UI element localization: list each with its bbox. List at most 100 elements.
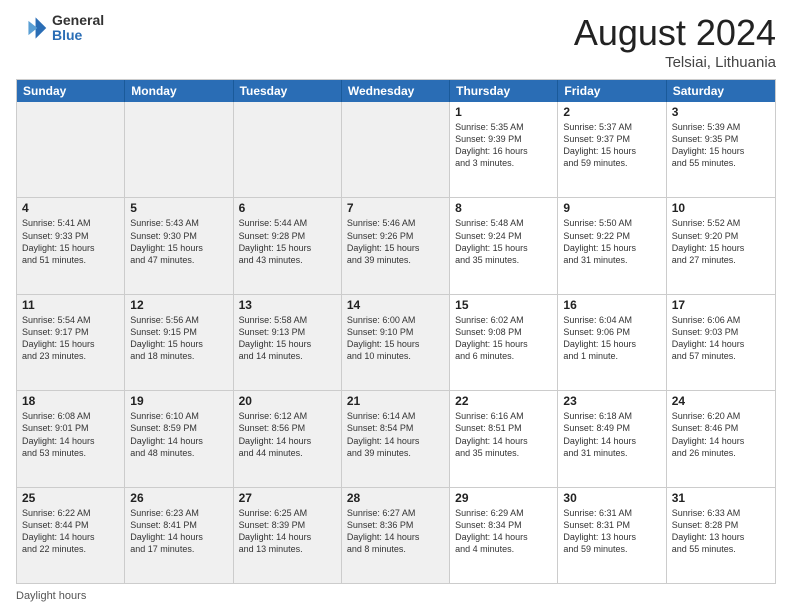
calendar-body: 1Sunrise: 5:35 AM Sunset: 9:39 PM Daylig… <box>17 102 775 583</box>
calendar-cell: 31 Sunrise: 6:33 AM Sunset: 8:28 PM Dayli… <box>667 488 775 583</box>
calendar-cell: 23Sunrise: 6:18 AM Sunset: 8:49 PM Dayli… <box>558 391 666 486</box>
calendar-row: 25 Sunrise: 6:22 AM Sunset: 8:44 PM Dayli… <box>17 487 775 583</box>
day-number: 11 <box>22 298 119 312</box>
day-number: 14 <box>347 298 444 312</box>
calendar-cell <box>125 102 233 197</box>
calendar-cell: 7Sunrise: 5:46 AM Sunset: 9:26 PM Daylig… <box>342 198 450 293</box>
calendar-cell: 29 Sunrise: 6:29 AM Sunset: 8:34 PM Dayli… <box>450 488 558 583</box>
month-title: August 2024 <box>574 12 776 54</box>
day-info: Sunrise: 6:06 AM Sunset: 9:03 PM Dayligh… <box>672 314 770 363</box>
logo-line2: Blue <box>52 28 104 43</box>
calendar-cell: 22Sunrise: 6:16 AM Sunset: 8:51 PM Dayli… <box>450 391 558 486</box>
day-info: Sunrise: 5:39 AM Sunset: 9:35 PM Dayligh… <box>672 121 770 170</box>
day-info: Sunrise: 5:37 AM Sunset: 9:37 PM Dayligh… <box>563 121 660 170</box>
day-info: Sunrise: 5:35 AM Sunset: 9:39 PM Dayligh… <box>455 121 552 170</box>
calendar-cell <box>342 102 450 197</box>
calendar-cell: 8 Sunrise: 5:48 AM Sunset: 9:24 PM Daylig… <box>450 198 558 293</box>
day-number: 20 <box>239 394 336 408</box>
day-number: 28 <box>347 491 444 505</box>
daylight-label: Daylight hours <box>16 590 86 602</box>
day-number: 29 <box>455 491 552 505</box>
weekday-header: Tuesday <box>234 80 342 102</box>
calendar-cell: 5Sunrise: 5:43 AM Sunset: 9:30 PM Daylig… <box>125 198 233 293</box>
calendar-cell: 16 Sunrise: 6:04 AM Sunset: 9:06 PM Dayli… <box>558 295 666 390</box>
calendar-cell: 1Sunrise: 5:35 AM Sunset: 9:39 PM Daylig… <box>450 102 558 197</box>
day-number: 3 <box>672 105 770 119</box>
calendar-cell: 28 Sunrise: 6:27 AM Sunset: 8:36 PM Dayli… <box>342 488 450 583</box>
logo-line1: General <box>52 13 104 28</box>
day-number: 9 <box>563 201 660 215</box>
footer: Daylight hours <box>16 590 776 602</box>
day-info: Sunrise: 6:16 AM Sunset: 8:51 PM Dayligh… <box>455 410 552 459</box>
calendar-cell: 17 Sunrise: 6:06 AM Sunset: 9:03 PM Dayli… <box>667 295 775 390</box>
day-number: 8 <box>455 201 552 215</box>
location: Telsiai, Lithuania <box>574 54 776 71</box>
calendar-cell: 11Sunrise: 5:54 AM Sunset: 9:17 PM Dayli… <box>17 295 125 390</box>
calendar-cell: 20Sunrise: 6:12 AM Sunset: 8:56 PM Dayli… <box>234 391 342 486</box>
calendar-cell <box>17 102 125 197</box>
day-number: 12 <box>130 298 227 312</box>
day-number: 10 <box>672 201 770 215</box>
calendar-cell: 30 Sunrise: 6:31 AM Sunset: 8:31 PM Dayli… <box>558 488 666 583</box>
calendar-cell: 14 Sunrise: 6:00 AM Sunset: 9:10 PM Dayli… <box>342 295 450 390</box>
day-number: 19 <box>130 394 227 408</box>
day-number: 23 <box>563 394 660 408</box>
day-number: 27 <box>239 491 336 505</box>
calendar-cell: 25 Sunrise: 6:22 AM Sunset: 8:44 PM Dayli… <box>17 488 125 583</box>
calendar-cell: 3 Sunrise: 5:39 AM Sunset: 9:35 PM Daylig… <box>667 102 775 197</box>
calendar-cell: 10Sunrise: 5:52 AM Sunset: 9:20 PM Dayli… <box>667 198 775 293</box>
logo-text: General Blue <box>52 13 104 44</box>
day-number: 31 <box>672 491 770 505</box>
day-info: Sunrise: 6:00 AM Sunset: 9:10 PM Dayligh… <box>347 314 444 363</box>
day-info: Sunrise: 5:56 AM Sunset: 9:15 PM Dayligh… <box>130 314 227 363</box>
weekday-header: Monday <box>125 80 233 102</box>
day-info: Sunrise: 6:20 AM Sunset: 8:46 PM Dayligh… <box>672 410 770 459</box>
calendar-cell: 2 Sunrise: 5:37 AM Sunset: 9:37 PM Daylig… <box>558 102 666 197</box>
header: General Blue August 2024 Telsiai, Lithua… <box>16 12 776 71</box>
day-number: 26 <box>130 491 227 505</box>
day-number: 25 <box>22 491 119 505</box>
logo: General Blue <box>16 12 104 44</box>
day-number: 21 <box>347 394 444 408</box>
day-info: Sunrise: 6:10 AM Sunset: 8:59 PM Dayligh… <box>130 410 227 459</box>
calendar-cell: 6Sunrise: 5:44 AM Sunset: 9:28 PM Daylig… <box>234 198 342 293</box>
day-info: Sunrise: 6:27 AM Sunset: 8:36 PM Dayligh… <box>347 507 444 556</box>
calendar-cell: 13Sunrise: 5:58 AM Sunset: 9:13 PM Dayli… <box>234 295 342 390</box>
calendar-header: SundayMondayTuesdayWednesdayThursdayFrid… <box>17 80 775 102</box>
day-info: Sunrise: 6:25 AM Sunset: 8:39 PM Dayligh… <box>239 507 336 556</box>
calendar-row: 11Sunrise: 5:54 AM Sunset: 9:17 PM Dayli… <box>17 294 775 390</box>
day-info: Sunrise: 5:50 AM Sunset: 9:22 PM Dayligh… <box>563 217 660 266</box>
day-info: Sunrise: 6:23 AM Sunset: 8:41 PM Dayligh… <box>130 507 227 556</box>
day-number: 7 <box>347 201 444 215</box>
day-info: Sunrise: 6:02 AM Sunset: 9:08 PM Dayligh… <box>455 314 552 363</box>
day-number: 18 <box>22 394 119 408</box>
day-number: 17 <box>672 298 770 312</box>
calendar-cell: 4 Sunrise: 5:41 AM Sunset: 9:33 PM Daylig… <box>17 198 125 293</box>
day-info: Sunrise: 6:22 AM Sunset: 8:44 PM Dayligh… <box>22 507 119 556</box>
weekday-header: Friday <box>558 80 666 102</box>
day-info: Sunrise: 6:33 AM Sunset: 8:28 PM Dayligh… <box>672 507 770 556</box>
day-number: 30 <box>563 491 660 505</box>
day-number: 2 <box>563 105 660 119</box>
day-info: Sunrise: 6:31 AM Sunset: 8:31 PM Dayligh… <box>563 507 660 556</box>
title-block: August 2024 Telsiai, Lithuania <box>574 12 776 71</box>
day-info: Sunrise: 6:04 AM Sunset: 9:06 PM Dayligh… <box>563 314 660 363</box>
calendar-cell: 24 Sunrise: 6:20 AM Sunset: 8:46 PM Dayli… <box>667 391 775 486</box>
day-number: 16 <box>563 298 660 312</box>
day-info: Sunrise: 6:08 AM Sunset: 9:01 PM Dayligh… <box>22 410 119 459</box>
weekday-header: Wednesday <box>342 80 450 102</box>
calendar-row: 1Sunrise: 5:35 AM Sunset: 9:39 PM Daylig… <box>17 102 775 197</box>
day-info: Sunrise: 6:29 AM Sunset: 8:34 PM Dayligh… <box>455 507 552 556</box>
weekday-header: Thursday <box>450 80 558 102</box>
day-number: 24 <box>672 394 770 408</box>
calendar-cell: 21 Sunrise: 6:14 AM Sunset: 8:54 PM Dayli… <box>342 391 450 486</box>
day-info: Sunrise: 6:14 AM Sunset: 8:54 PM Dayligh… <box>347 410 444 459</box>
calendar-cell: 27 Sunrise: 6:25 AM Sunset: 8:39 PM Dayli… <box>234 488 342 583</box>
day-number: 4 <box>22 201 119 215</box>
day-number: 13 <box>239 298 336 312</box>
calendar-cell: 19 Sunrise: 6:10 AM Sunset: 8:59 PM Dayli… <box>125 391 233 486</box>
calendar: SundayMondayTuesdayWednesdayThursdayFrid… <box>16 79 776 584</box>
day-info: Sunrise: 5:41 AM Sunset: 9:33 PM Dayligh… <box>22 217 119 266</box>
calendar-cell: 26 Sunrise: 6:23 AM Sunset: 8:41 PM Dayli… <box>125 488 233 583</box>
day-info: Sunrise: 5:48 AM Sunset: 9:24 PM Dayligh… <box>455 217 552 266</box>
